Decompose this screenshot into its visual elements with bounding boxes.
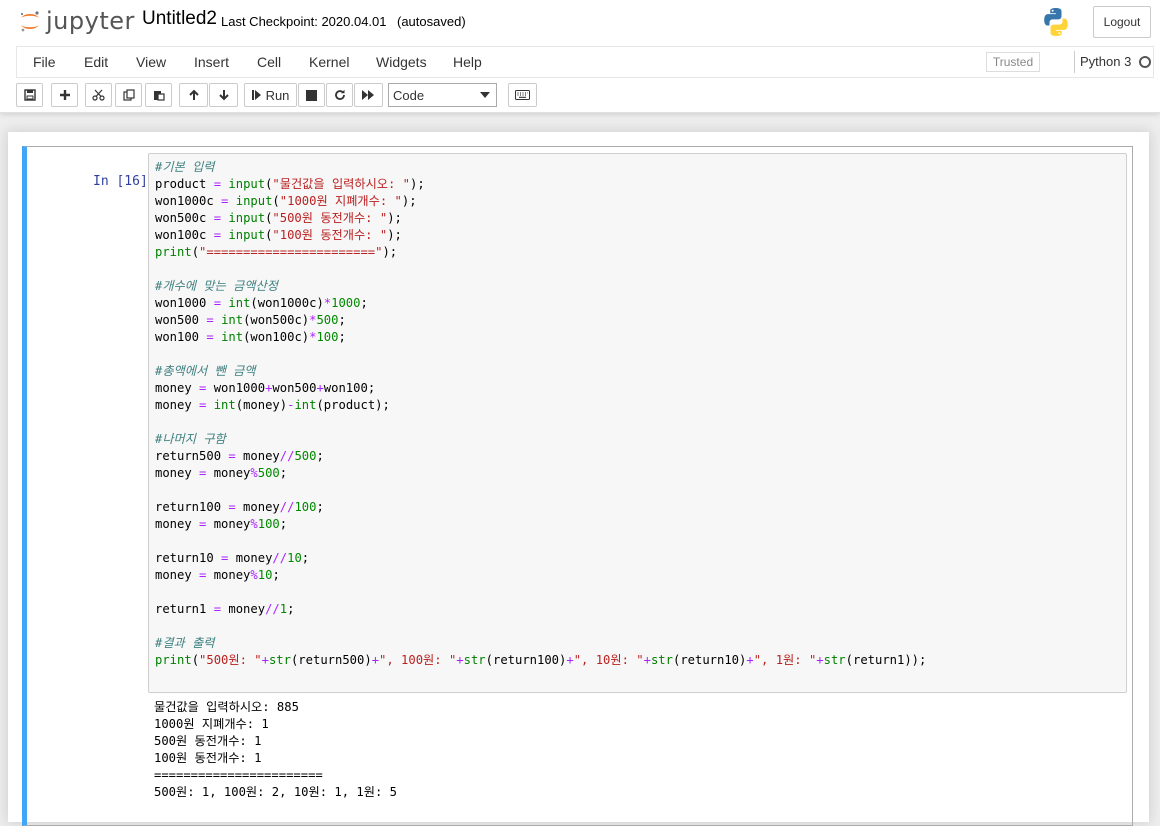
input-prompt: In [16]: <box>93 174 156 189</box>
menu-insert[interactable]: Insert <box>194 54 229 70</box>
code-line: won500c = input("500원 동전개수: "); <box>155 211 402 225</box>
trusted-indicator[interactable]: Trusted <box>986 52 1040 72</box>
menu-bar: File Edit View Insert Cell Kernel Widget… <box>16 46 1154 78</box>
code-line: money = int(money)-int(product); <box>155 398 390 412</box>
code-line: #결과 출력 <box>155 636 215 650</box>
code-line: won500 = int(won500c)*500; <box>155 313 346 327</box>
cell-type-select[interactable]: Code <box>388 83 497 107</box>
output-line: 100원 동전개수: 1 <box>154 751 262 765</box>
copy-button[interactable] <box>115 83 142 107</box>
code-line: money = money%100; <box>155 517 288 531</box>
menu-edit[interactable]: Edit <box>84 54 108 70</box>
output-line: 물건값을 입력하시오: 885 <box>154 700 299 714</box>
output-line: 500원 동전개수: 1 <box>154 734 262 748</box>
kernel-name: Python 3 <box>1080 54 1132 69</box>
output-line: ======================= <box>154 768 323 782</box>
code-line: return500 = money//500; <box>155 449 324 463</box>
code-line: won100 = int(won100c)*100; <box>155 330 346 344</box>
code-line: return10 = money//10; <box>155 551 310 565</box>
code-line: product = input("물건값을 입력하시오: "); <box>155 177 425 191</box>
restart-run-all-button[interactable] <box>354 83 383 107</box>
menu-file[interactable]: File <box>33 54 56 70</box>
save-button[interactable] <box>16 83 43 107</box>
jupyter-logo[interactable]: jupyter <box>18 6 135 36</box>
menu-help[interactable]: Help <box>453 54 482 70</box>
run-button[interactable]: Run <box>244 83 297 107</box>
step-forward-icon <box>251 90 261 100</box>
menu-kernel[interactable]: Kernel <box>309 54 349 70</box>
cell-type-value: Code <box>393 87 425 103</box>
code-editor[interactable]: #기본 입력 product = input("물건값을 입력하시오: "); … <box>148 153 1127 693</box>
cut-button[interactable] <box>85 83 112 107</box>
notebook-title[interactable]: Untitled2 <box>142 8 217 30</box>
keyboard-icon <box>515 90 530 100</box>
notebook-header: jupyter Untitled2 Last Checkpoint: 2020.… <box>0 0 1160 113</box>
fast-forward-icon <box>362 90 374 100</box>
code-line: money = money%10; <box>155 568 280 582</box>
code-line: won1000c = input("1000원 지폐개수: "); <box>155 194 417 208</box>
code-line: money = money%500; <box>155 466 288 480</box>
refresh-icon <box>334 89 345 100</box>
kernel-idle-icon <box>1139 56 1151 68</box>
code-line: #나머지 구함 <box>155 432 226 446</box>
interrupt-kernel-button[interactable] <box>298 83 325 107</box>
arrow-up-icon <box>188 89 199 100</box>
code-line: return100 = money//100; <box>155 500 324 514</box>
restart-kernel-button[interactable] <box>326 83 353 107</box>
stop-icon <box>306 89 317 101</box>
save-icon <box>23 89 36 101</box>
code-line: #기본 입력 <box>155 160 215 174</box>
output-line: 500원: 1, 100원: 2, 10원: 1, 1원: 5 <box>154 785 397 799</box>
jupyter-logo-icon <box>21 11 39 32</box>
output-line: 1000원 지폐개수: 1 <box>154 717 269 731</box>
logo-text: jupyter <box>46 7 135 35</box>
command-palette-button[interactable] <box>508 83 537 107</box>
python-logo-icon <box>1044 8 1068 36</box>
code-line: return1 = money//1; <box>155 602 295 616</box>
code-line: won100c = input("100원 동전개수: "); <box>155 228 402 242</box>
chevron-down-icon <box>480 92 490 98</box>
code-line: won1000 = int(won1000c)*1000; <box>155 296 368 310</box>
code-line: money = won1000+won500+won100; <box>155 381 376 395</box>
code-line: print("======================="); <box>155 245 398 259</box>
kernel-separator <box>1074 51 1075 73</box>
last-checkpoint: Last Checkpoint: 2020.04.01 <box>221 14 387 29</box>
scissors-icon <box>92 89 105 101</box>
code-line: #총액에서 뺀 금액 <box>155 364 256 378</box>
move-up-button[interactable] <box>179 83 208 107</box>
code-line: #개수에 맞는 금액산정 <box>155 279 278 293</box>
menu-cell[interactable]: Cell <box>257 54 281 70</box>
menu-view[interactable]: View <box>136 54 166 70</box>
arrow-down-icon <box>218 90 229 101</box>
paste-button[interactable] <box>145 83 172 107</box>
run-label: Run <box>265 87 290 103</box>
paste-icon <box>153 91 165 101</box>
insert-cell-button[interactable] <box>51 83 78 107</box>
plus-icon <box>59 90 70 100</box>
logout-button[interactable]: Logout <box>1093 6 1151 38</box>
move-down-button[interactable] <box>209 83 238 107</box>
copy-icon <box>122 89 135 101</box>
code-line: print("500원: "+str(return500)+", 100원: "… <box>155 653 927 667</box>
autosave-status: (autosaved) <box>397 14 466 29</box>
menu-widgets[interactable]: Widgets <box>376 54 427 70</box>
